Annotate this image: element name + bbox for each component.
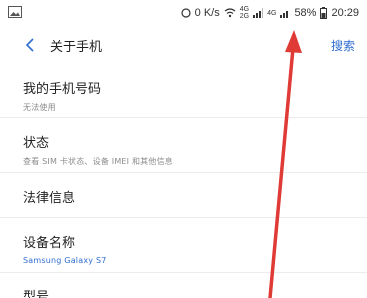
signal-2g: 2G [239, 13, 250, 20]
net-speed: 0 K/s [194, 7, 220, 19]
item-title: 我的手机号码 [23, 82, 102, 97]
item-subtitle: 查看 SIM 卡状态、设备 IMEI 和其他信息 [23, 157, 173, 166]
chevron-left-icon [25, 38, 34, 52]
wifi-icon [224, 8, 236, 18]
image-notification-icon [8, 6, 24, 20]
list-item-device-name[interactable]: 设备名称 Samsung Galaxy S7 [0, 218, 367, 273]
item-subtitle: 无法使用 [23, 103, 56, 112]
signal-4g: 4G [267, 9, 277, 17]
clock: 20:29 [331, 7, 359, 19]
back-button[interactable] [18, 33, 42, 57]
page-title: 关于手机 [50, 39, 103, 55]
list-item-model[interactable]: 型号 [0, 273, 367, 298]
settings-list: 我的手机号码 无法使用 状态 查看 SIM 卡状态、设备 IMEI 和其他信息 … [0, 64, 367, 298]
status-bar: 0 K/s 4G 2G 4G 58% 20:29 [0, 0, 367, 26]
signal-labels: 4G 2G [240, 6, 249, 20]
search-button[interactable]: 搜索 [331, 37, 355, 54]
signal-bars-icon-2 [280, 8, 290, 18]
item-subtitle: Samsung Galaxy S7 [23, 256, 107, 265]
data-activity-icon [181, 8, 191, 18]
list-item-status[interactable]: 状态 查看 SIM 卡状态、设备 IMEI 和其他信息 [0, 118, 367, 173]
list-item-legal-info[interactable]: 法律信息 [0, 173, 367, 218]
item-title: 设备名称 [23, 236, 76, 251]
app-bar: 关于手机 搜索 [0, 26, 367, 64]
list-item-phone-number[interactable]: 我的手机号码 无法使用 [0, 64, 367, 118]
item-title: 型号 [23, 290, 50, 298]
item-title: 状态 [23, 136, 50, 151]
battery-icon [320, 7, 328, 19]
signal-bars-icon [253, 8, 264, 18]
item-title: 法律信息 [23, 191, 76, 206]
signal-4g-top: 4G [239, 6, 250, 13]
battery-percent: 58% [294, 7, 317, 19]
